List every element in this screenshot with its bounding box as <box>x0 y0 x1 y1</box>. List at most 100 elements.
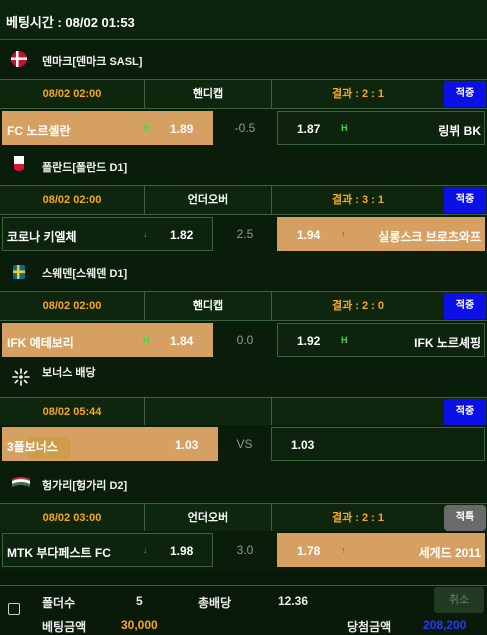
odds-down-arrow-icon: ↓ <box>143 229 148 239</box>
status-badge: 적중 <box>444 81 486 107</box>
league-name: 스웨덴[스웨덴 D1] <box>42 268 128 280</box>
away-team-name: 실롱스크 브로츠와프 <box>378 230 481 244</box>
match-result: 결과 : 3 : 1 <box>331 194 385 206</box>
home-odds-value: 1.03 <box>175 438 199 452</box>
away-team-name: 링뷔 BK <box>438 124 481 138</box>
bonus-sparkle-icon <box>12 368 30 386</box>
league-header-poland: 폴란드[폴란드 D1] <box>0 147 487 185</box>
hungary-flag-icon <box>12 477 30 487</box>
match-info-row: 08/02 03:00 언더오버 결과 : 2 : 1 적특 <box>0 503 487 533</box>
away-odds-button[interactable]: 1.78 ↑ 세게드 2011 <box>277 533 485 567</box>
match-result <box>272 398 444 426</box>
sweden-flag-icon <box>13 265 25 279</box>
status-badge: 적중 <box>444 187 486 213</box>
handicap-indicator-icon: H <box>341 335 348 345</box>
folders-label: 폴더수 <box>42 596 76 610</box>
away-team-name: IFK 노르셰핑 <box>414 336 481 350</box>
status-badge: 적특 <box>444 505 486 531</box>
bet-time-text: 베팅시간 : 08/02 01:53 <box>6 15 135 30</box>
odds-down-arrow-icon: ↓ <box>143 545 148 555</box>
match-info-row: 08/02 02:00 핸디캡 결과 : 2 : 0 적중 <box>0 291 487 321</box>
folders-value: 5 <box>136 594 143 608</box>
total-odds-value: 12.36 <box>278 594 309 608</box>
home-team-name: 3폴보너스 <box>7 440 58 454</box>
home-odds-button[interactable]: MTK 부다페스트 FC ↓ 1.98 <box>2 533 213 567</box>
away-odds-button[interactable]: 1.92 H IFK 노르셰핑 <box>277 323 485 357</box>
handicap-value: -0.5 <box>234 121 256 135</box>
league-name: 덴마크[덴마크 SASL] <box>42 56 143 68</box>
home-odds-button[interactable]: 3폴보너스 1.03 <box>2 427 218 461</box>
market-type: 핸디캡 <box>145 80 272 108</box>
odds-row: MTK 부다페스트 FC ↓ 1.98 3.0 1.78 ↑ 세게드 2011 <box>0 531 487 571</box>
market-type: 언더오버 <box>145 504 272 532</box>
market-type: 핸디캡 <box>145 292 272 320</box>
home-odds-button[interactable]: 코로나 키엘체 ↓ 1.82 <box>2 217 213 251</box>
away-odds-value: 1.87 <box>297 122 321 136</box>
win-amount-label: 당첨금액 <box>347 620 392 634</box>
home-team-name: MTK 부다페스트 FC <box>7 546 111 560</box>
bet-amount-label: 베팅금액 <box>42 620 87 634</box>
match-time: 08/02 02:00 <box>0 292 145 320</box>
odds-row: FC 노르셸란 H 1.89 -0.5 1.87 H 링뷔 BK <box>0 109 487 147</box>
total-line-value: 2.5 <box>236 227 254 241</box>
status-badge: 적중 <box>444 293 486 319</box>
odds-row: IFK 예테보리 H 1.84 0.0 1.92 H IFK 노르셰핑 <box>0 321 487 359</box>
home-odds-value: 1.89 <box>170 122 194 136</box>
bet-summary-footer: 폴더수 5 총배당 12.36 취소 베팅금액 30,000 당첨금액 208,… <box>0 585 487 635</box>
denmark-flag-icon <box>11 51 27 67</box>
handicap-value: 0.0 <box>236 333 254 347</box>
league-name: 보너스 배당 <box>42 367 96 379</box>
away-team-name: 세게드 2011 <box>418 546 482 560</box>
home-team-name: 코로나 키엘체 <box>7 230 77 244</box>
bet-amount-value: 30,000 <box>121 618 158 632</box>
select-checkbox[interactable] <box>8 603 20 615</box>
odds-up-arrow-icon: ↑ <box>341 545 346 555</box>
league-header-hungary: 헝가리[헝가리 D2] <box>0 465 487 503</box>
handicap-indicator-icon: H <box>143 123 150 133</box>
league-name: 폴란드[폴란드 D1] <box>42 162 128 174</box>
match-time: 08/02 03:00 <box>0 504 145 532</box>
home-odds-value: 1.82 <box>170 228 194 242</box>
odds-row: 3폴보너스 1.03 VS 1.03 <box>0 425 487 465</box>
away-odds-value: 1.03 <box>291 438 315 452</box>
handicap-indicator-icon: H <box>143 335 150 345</box>
bet-time-header: 베팅시간 : 08/02 01:53 <box>0 0 487 40</box>
market-type: 언더오버 <box>145 186 272 214</box>
match-time: 08/02 05:44 <box>0 398 145 426</box>
match-result: 결과 : 2 : 1 <box>331 88 385 100</box>
away-odds-value: 1.92 <box>297 334 321 348</box>
away-odds-value: 1.94 <box>297 228 321 242</box>
away-odds-button[interactable]: 1.03 <box>271 427 485 461</box>
away-odds-button[interactable]: 1.94 ↑ 실롱스크 브로츠와프 <box>277 217 485 251</box>
match-result: 결과 : 2 : 0 <box>331 300 385 312</box>
handicap-indicator-icon: H <box>341 123 348 133</box>
home-team-name: IFK 예테보리 <box>7 336 74 350</box>
odds-row: 코로나 키엘체 ↓ 1.82 2.5 1.94 ↑ 실롱스크 브로츠와프 <box>0 215 487 253</box>
home-odds-value: 1.98 <box>170 544 194 558</box>
home-odds-value: 1.84 <box>170 334 194 348</box>
home-odds-button[interactable]: IFK 예테보리 H 1.84 <box>2 323 213 357</box>
league-header-denmark: 덴마크[덴마크 SASL] <box>0 41 487 79</box>
total-odds-label: 총배당 <box>198 596 232 610</box>
league-name: 헝가리[헝가리 D2] <box>42 480 128 492</box>
market-type <box>145 398 272 426</box>
home-odds-button[interactable]: FC 노르셸란 H 1.89 <box>2 111 213 145</box>
total-line-value: 3.0 <box>236 543 254 557</box>
poland-flag-icon <box>14 156 24 171</box>
odds-up-arrow-icon: ↑ <box>341 229 346 239</box>
match-info-row: 08/02 05:44 적중 <box>0 397 487 427</box>
match-time: 08/02 02:00 <box>0 80 145 108</box>
league-header-sweden: 스웨덴[스웨덴 D1] <box>0 253 487 291</box>
away-odds-button[interactable]: 1.87 H 링뷔 BK <box>277 111 485 145</box>
match-result: 결과 : 2 : 1 <box>331 512 385 524</box>
versus-label: VS <box>236 437 253 451</box>
league-header-bonus: 보너스 배당 <box>0 359 487 397</box>
win-amount-value: 208,200 <box>423 618 467 632</box>
away-odds-value: 1.78 <box>297 544 321 558</box>
match-info-row: 08/02 02:00 언더오버 결과 : 3 : 1 적중 <box>0 185 487 215</box>
home-team-name: FC 노르셸란 <box>7 124 71 138</box>
status-badge: 적중 <box>444 399 486 425</box>
match-info-row: 08/02 02:00 핸디캡 결과 : 2 : 1 적중 <box>0 79 487 109</box>
match-time: 08/02 02:00 <box>0 186 145 214</box>
cancel-button[interactable]: 취소 <box>434 587 484 613</box>
